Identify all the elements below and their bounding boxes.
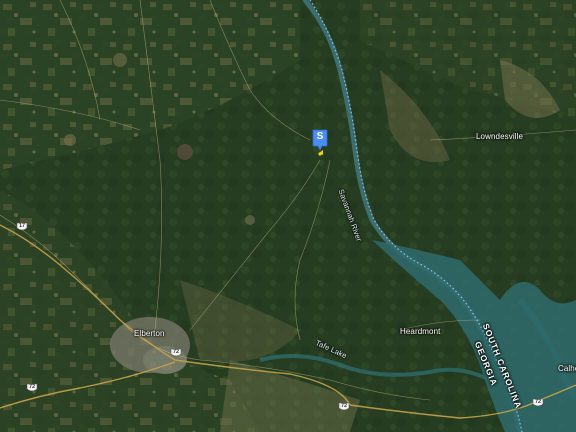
route-shield-72-elberton: 72 [170,348,182,357]
map-pin-marker[interactable]: S [312,129,328,159]
place-label-elberton: Elberton [134,329,165,338]
marker-letter: S [316,131,324,142]
route-shield-72-south: 72 [338,402,350,411]
place-label-heardmont: Heardmont [400,327,441,336]
place-label-lowndesville: Lowndesville [476,132,524,141]
route-shield-17: 17 [16,222,28,231]
place-label-calhoun: Calho [558,364,576,373]
route-shield-72-west: 72 [26,383,38,392]
satellite-map[interactable]: Lowndesville Elberton Heardmont Calho Sa… [0,0,576,432]
route-shield-72-east: 72 [532,398,544,407]
